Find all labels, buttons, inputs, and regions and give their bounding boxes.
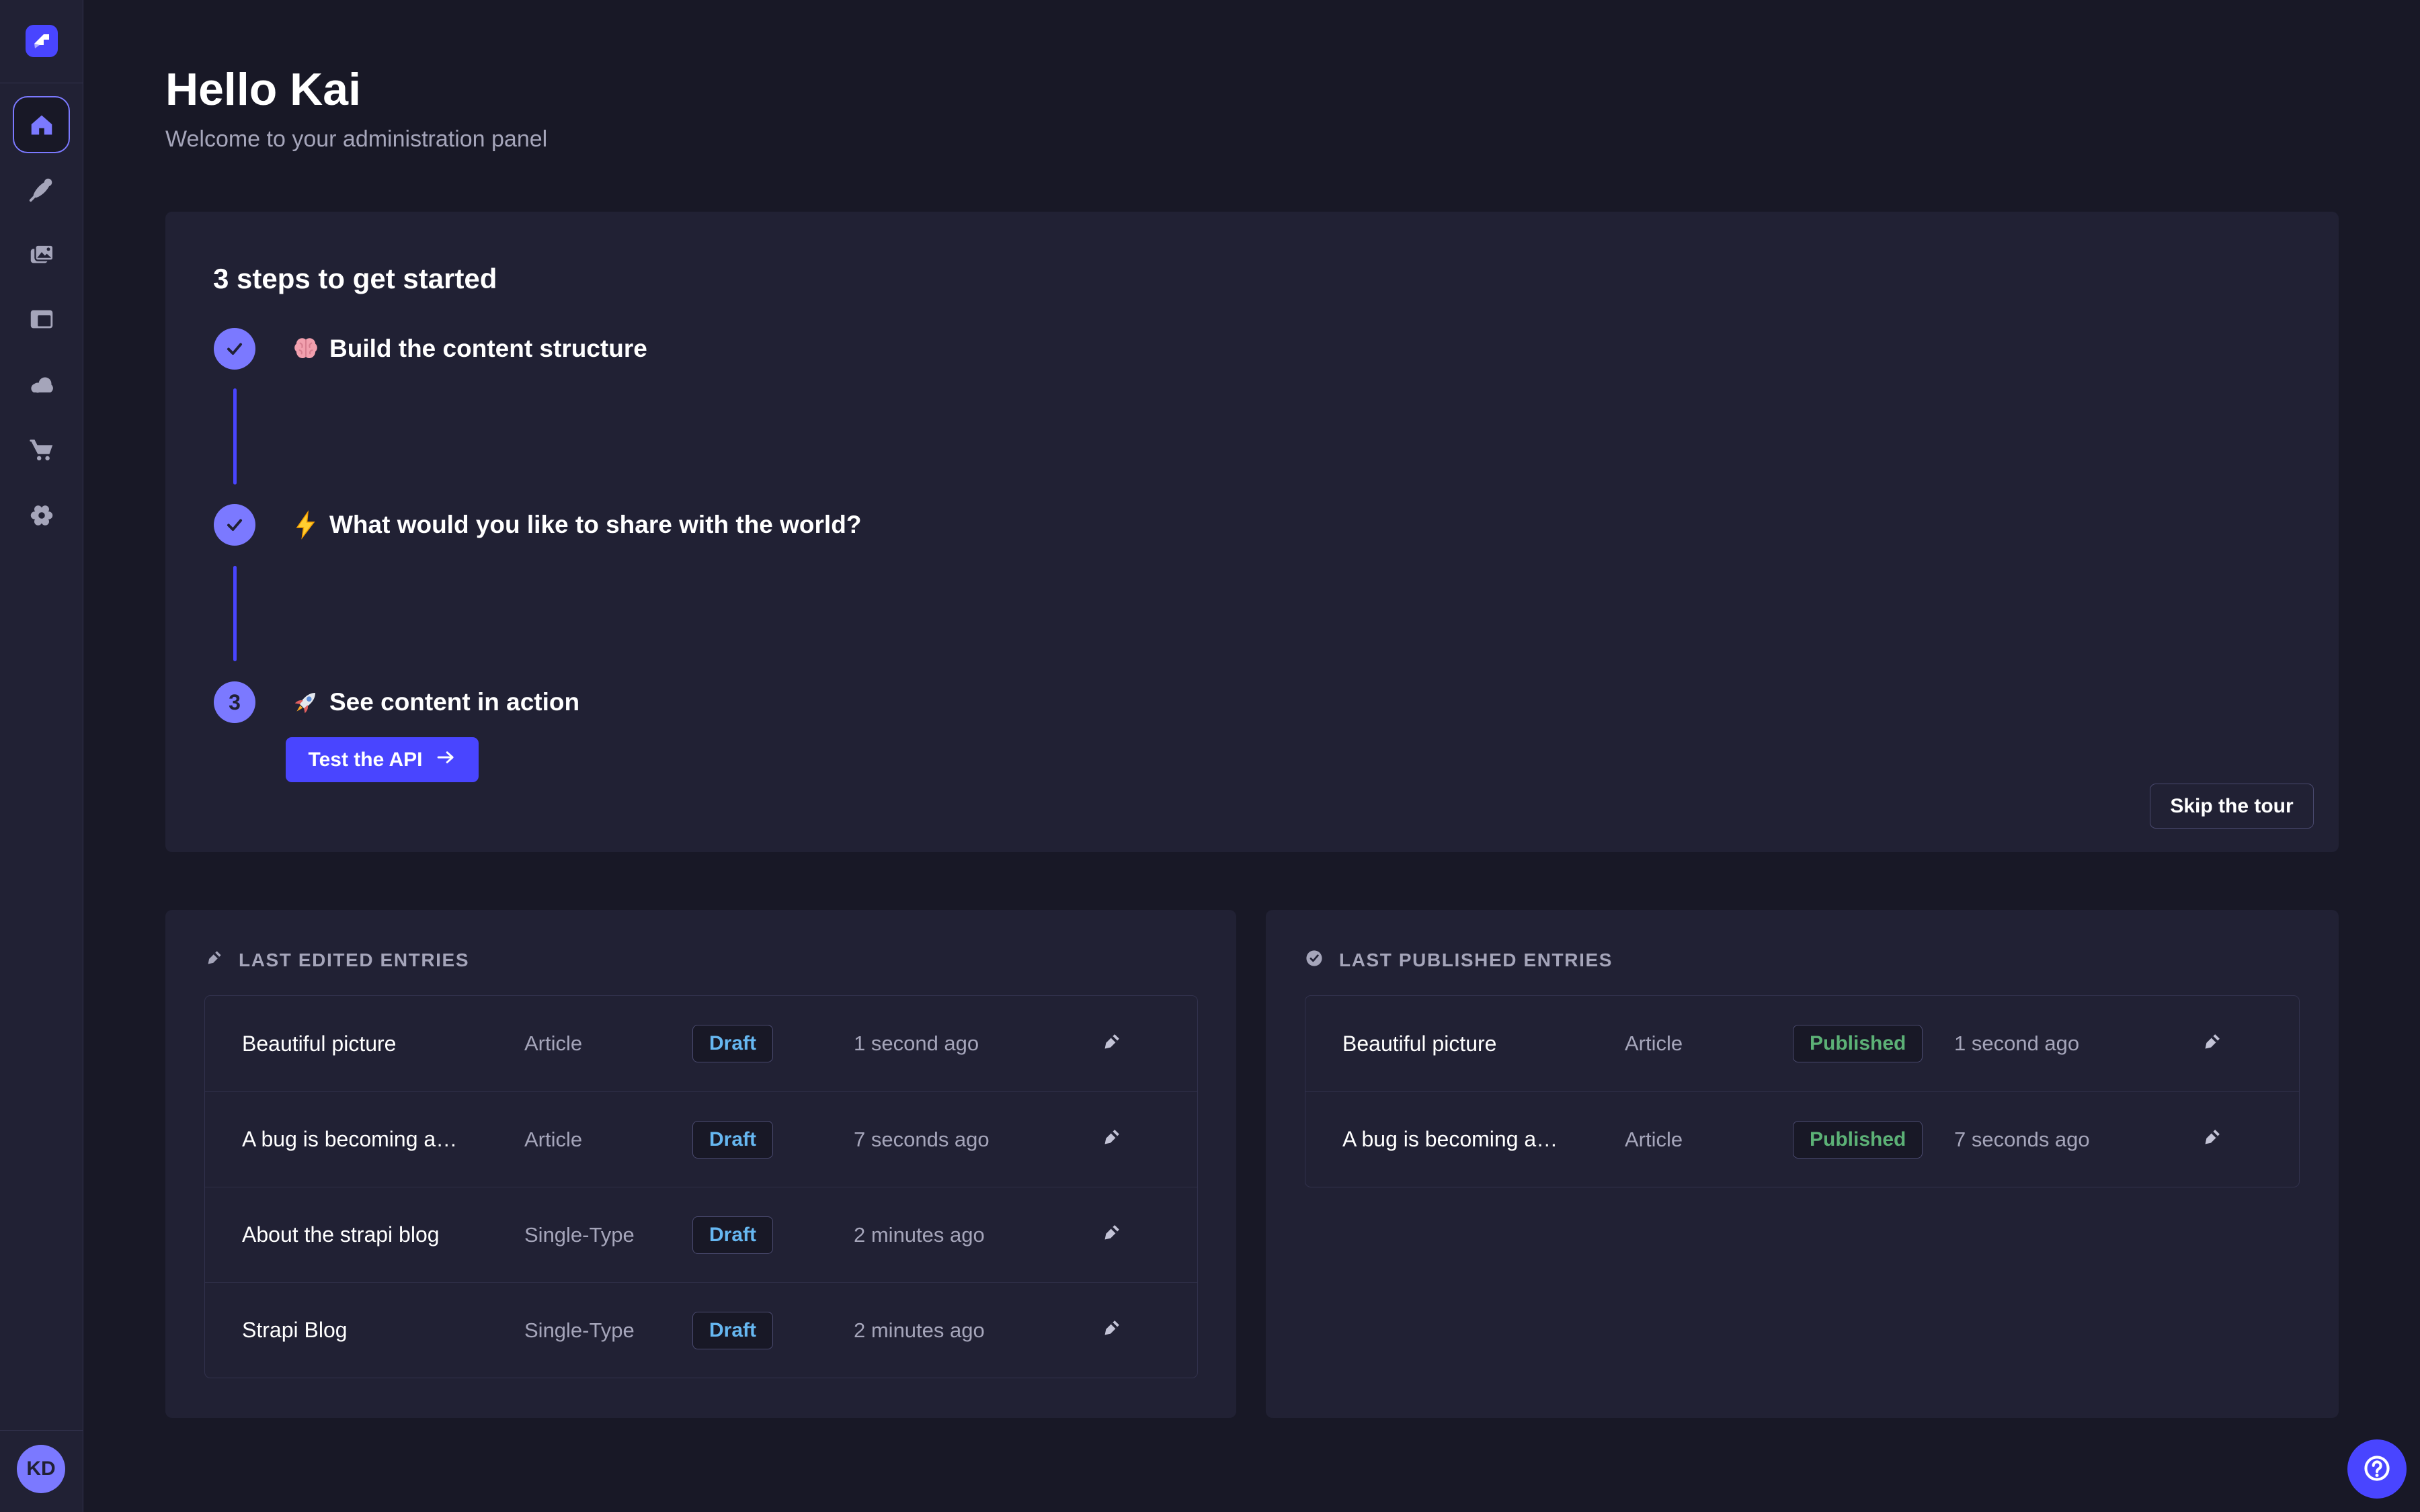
step-connector-line bbox=[233, 566, 237, 661]
status-badge: Published bbox=[1793, 1025, 1923, 1062]
check-icon bbox=[220, 334, 249, 364]
sidebar-item-cloud[interactable] bbox=[26, 370, 58, 402]
gear-icon bbox=[28, 501, 56, 530]
panel-title: LAST EDITED ENTRIES bbox=[239, 950, 469, 971]
step-3-label: 🚀 See content in action bbox=[290, 681, 579, 723]
table-row[interactable]: Beautiful picture Article Published 1 se… bbox=[1305, 996, 2299, 1091]
entry-title: A bug is becoming a… bbox=[1342, 1127, 1625, 1152]
feather-icon bbox=[28, 175, 56, 204]
layout-icon bbox=[28, 305, 56, 333]
sidebar-item-content-type-builder[interactable] bbox=[26, 303, 58, 335]
main-nav-sidebar: KD bbox=[0, 0, 83, 1512]
rocket-emoji-icon: 🚀 bbox=[290, 687, 321, 718]
sidebar-item-settings[interactable] bbox=[26, 499, 58, 532]
status-badge: Draft bbox=[692, 1121, 773, 1159]
sidebar-item-media-library[interactable] bbox=[26, 239, 58, 271]
table-row[interactable]: About the strapi blog Single-Type Draft … bbox=[205, 1187, 1197, 1282]
step-1-label: 🧠 Build the content structure bbox=[290, 328, 647, 370]
panel-header: LAST PUBLISHED ENTRIES bbox=[1303, 947, 1613, 973]
help-button[interactable] bbox=[2347, 1439, 2407, 1499]
entries-table: Beautiful picture Article Draft 1 second… bbox=[204, 995, 1198, 1378]
table-row[interactable]: A bug is becoming a… Article Published 7… bbox=[1305, 1091, 2299, 1187]
entry-type: Article bbox=[1625, 1032, 1793, 1056]
status-badge: Draft bbox=[692, 1216, 773, 1254]
entry-type: Article bbox=[524, 1128, 692, 1152]
cart-icon bbox=[28, 436, 56, 464]
check-circle-icon bbox=[1303, 947, 1326, 973]
edit-pencil-icon[interactable] bbox=[2199, 1030, 2224, 1058]
entries-table: Beautiful picture Article Published 1 se… bbox=[1305, 995, 2300, 1187]
last-published-entries-panel: LAST PUBLISHED ENTRIES Beautiful picture… bbox=[1266, 910, 2339, 1418]
home-icon bbox=[28, 111, 56, 139]
entry-type: Article bbox=[1625, 1128, 1793, 1152]
strapi-admin-homepage: KD Hello Kai Welcome to your administrat… bbox=[0, 0, 2420, 1512]
lightning-emoji-icon: ⚡ bbox=[290, 509, 321, 540]
cloud-icon bbox=[27, 371, 56, 401]
guided-tour-title: 3 steps to get started bbox=[213, 263, 497, 295]
check-icon bbox=[220, 510, 249, 540]
entry-type: Single-Type bbox=[524, 1223, 692, 1247]
last-edited-entries-panel: LAST EDITED ENTRIES Beautiful picture Ar… bbox=[165, 910, 1236, 1418]
brain-emoji-icon: 🧠 bbox=[290, 333, 321, 364]
page-subtitle: Welcome to your administration panel bbox=[165, 126, 547, 153]
guided-tour-card: 3 steps to get started 🧠 Build the conte… bbox=[165, 212, 2339, 852]
table-row[interactable]: A bug is becoming a… Article Draft 7 sec… bbox=[205, 1091, 1197, 1187]
avatar-initials: KD bbox=[26, 1458, 55, 1480]
entry-title: A bug is becoming a… bbox=[242, 1127, 524, 1152]
entry-time: 7 seconds ago bbox=[854, 1128, 1098, 1152]
step-connector-line bbox=[233, 388, 237, 485]
sidebar-item-home[interactable] bbox=[13, 96, 70, 153]
entry-time: 1 second ago bbox=[1954, 1032, 2199, 1056]
entry-title: Strapi Blog bbox=[242, 1318, 524, 1343]
status-badge: Draft bbox=[692, 1025, 773, 1062]
edit-pencil-icon[interactable] bbox=[1098, 1030, 1124, 1058]
edit-pencil-icon[interactable] bbox=[1098, 1316, 1124, 1345]
table-row[interactable]: Beautiful picture Article Draft 1 second… bbox=[205, 996, 1197, 1091]
step-2-label: ⚡ What would you like to share with the … bbox=[290, 504, 861, 546]
entry-title: Beautiful picture bbox=[1342, 1032, 1625, 1056]
sidebar-item-content-manager[interactable] bbox=[26, 173, 58, 206]
table-row[interactable]: Strapi Blog Single-Type Draft 2 minutes … bbox=[205, 1282, 1197, 1378]
entry-time: 1 second ago bbox=[854, 1032, 1098, 1056]
edit-pencil-icon[interactable] bbox=[2199, 1125, 2224, 1154]
sidebar-divider bbox=[0, 1430, 83, 1431]
panel-header: LAST EDITED ENTRIES bbox=[202, 947, 469, 973]
edit-pencil-icon[interactable] bbox=[1098, 1125, 1124, 1154]
panel-title: LAST PUBLISHED ENTRIES bbox=[1339, 950, 1613, 971]
entry-title: Beautiful picture bbox=[242, 1032, 524, 1056]
edit-pencil-icon[interactable] bbox=[1098, 1220, 1124, 1249]
page-title: Hello Kai bbox=[165, 65, 361, 114]
entry-title: About the strapi blog bbox=[242, 1222, 524, 1247]
entry-time: 7 seconds ago bbox=[1954, 1128, 2199, 1152]
status-badge: Draft bbox=[692, 1312, 773, 1349]
step-3-number-circle: 3 bbox=[214, 681, 255, 723]
pencil-icon bbox=[202, 947, 225, 973]
entry-time: 2 minutes ago bbox=[854, 1318, 1098, 1343]
entry-time: 2 minutes ago bbox=[854, 1223, 1098, 1247]
media-pictures-icon bbox=[28, 241, 56, 269]
entry-type: Single-Type bbox=[524, 1318, 692, 1343]
entry-type: Article bbox=[524, 1032, 692, 1056]
user-avatar[interactable]: KD bbox=[17, 1445, 65, 1493]
status-badge: Published bbox=[1793, 1121, 1923, 1159]
arrow-right-icon bbox=[435, 747, 456, 773]
step-2-completed-circle bbox=[214, 504, 255, 546]
step-1-completed-circle bbox=[214, 328, 255, 370]
question-circle-icon bbox=[2360, 1451, 2394, 1488]
test-the-api-button[interactable]: Test the API bbox=[286, 737, 479, 782]
skip-the-tour-button[interactable]: Skip the tour bbox=[2150, 784, 2314, 829]
sidebar-item-marketplace[interactable] bbox=[26, 434, 58, 466]
strapi-logo-icon[interactable] bbox=[26, 25, 58, 57]
